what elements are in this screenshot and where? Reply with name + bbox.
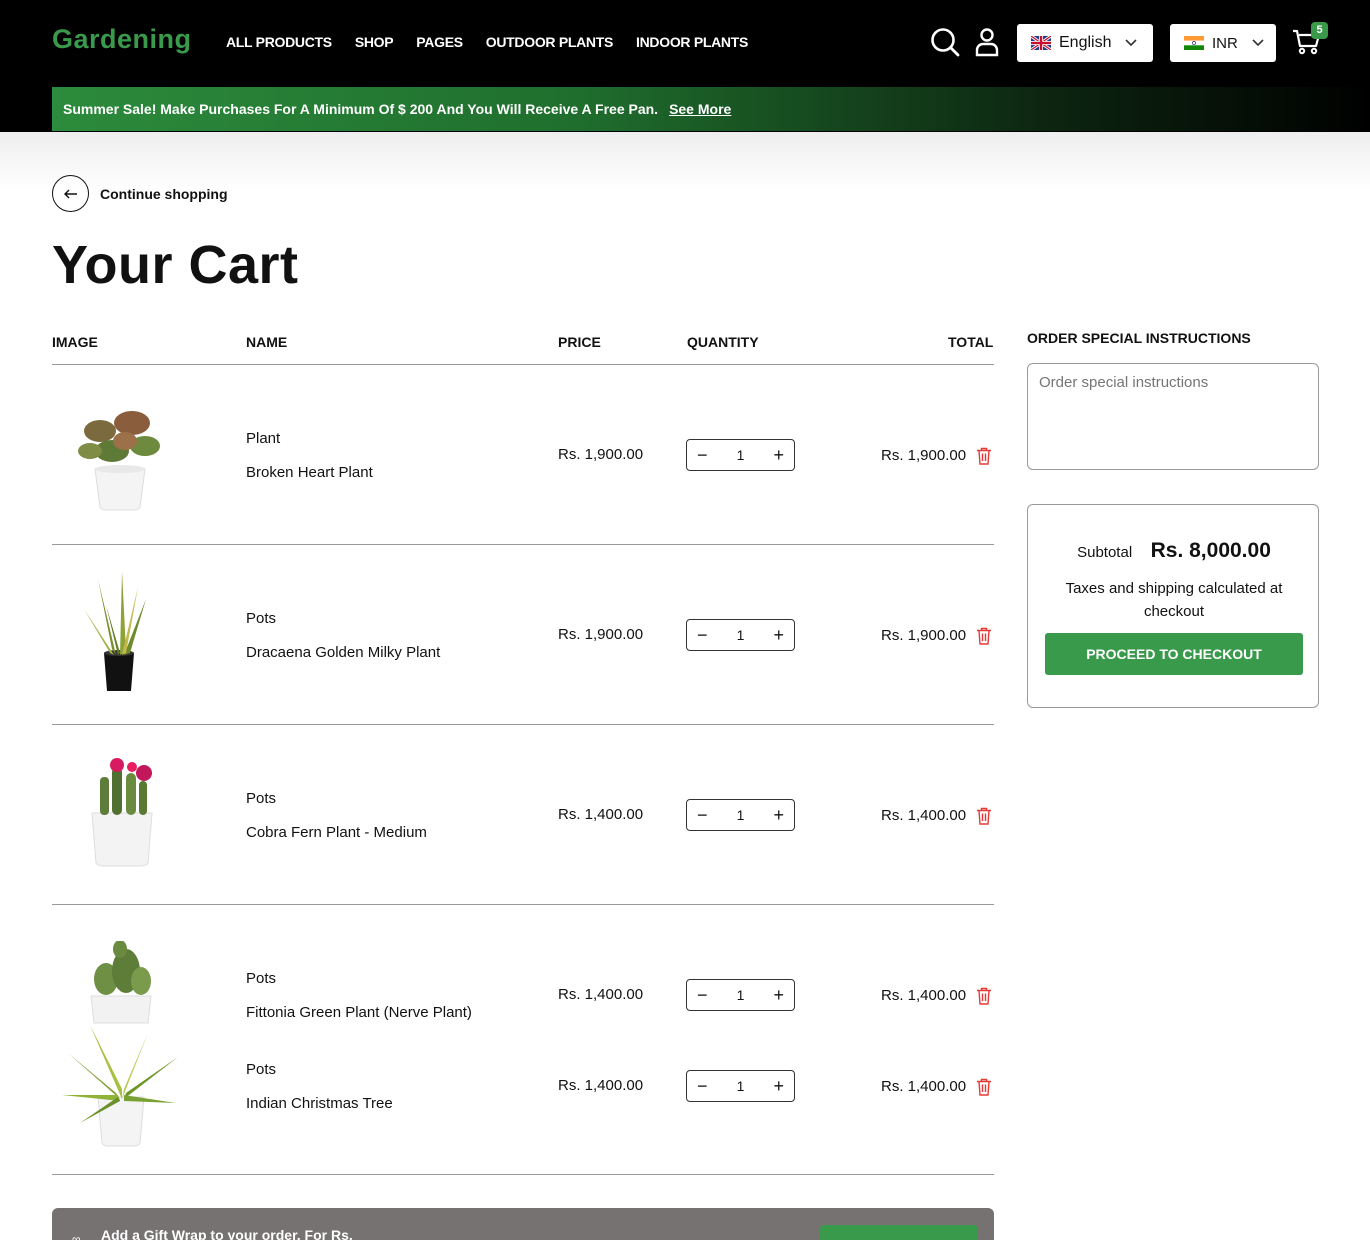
product-category: Pots	[246, 790, 277, 807]
minus-icon[interactable]: −	[697, 1077, 708, 1095]
nav-indoor-plants[interactable]: INDOOR PLANTS	[636, 34, 748, 50]
nav-shop[interactable]: SHOP	[355, 34, 394, 50]
order-summary: Subtotal Rs. 8,000.00 Taxes and shipping…	[1027, 504, 1319, 708]
product-image[interactable]	[60, 1023, 182, 1149]
cart-count-badge: 5	[1311, 22, 1328, 39]
quantity-value[interactable]: 1	[737, 1078, 745, 1094]
minus-icon[interactable]: −	[697, 446, 708, 464]
delete-icon[interactable]	[976, 807, 992, 825]
language-label: English	[1059, 34, 1112, 51]
gift-wrap-banner: ∞ Add a Gift Wrap to your order. For Rs.	[52, 1208, 994, 1240]
search-icon[interactable]	[929, 26, 961, 58]
product-category: Pots	[246, 1061, 277, 1078]
chevron-down-icon	[1252, 39, 1264, 47]
product-name[interactable]: Cobra Fern Plant - Medium	[246, 824, 427, 841]
column-header-image: IMAGE	[52, 334, 98, 350]
delete-icon[interactable]	[976, 627, 992, 645]
india-flag-icon	[1184, 36, 1204, 50]
nav-all-products[interactable]: ALL PRODUCTS	[226, 34, 332, 50]
line-total: Rs. 1,400.00	[881, 807, 967, 824]
site-logo[interactable]: Gardening	[52, 24, 192, 55]
line-total: Rs. 1,900.00	[881, 447, 967, 464]
user-icon[interactable]	[971, 26, 1003, 58]
minus-icon[interactable]: −	[697, 626, 708, 644]
promo-text: Summer Sale! Make Purchases For A Minimu…	[63, 101, 659, 117]
checkout-button[interactable]: PROCEED TO CHECKOUT	[1045, 633, 1303, 675]
product-name[interactable]: Indian Christmas Tree	[246, 1095, 393, 1112]
product-name[interactable]: Broken Heart Plant	[246, 464, 373, 481]
line-total: Rs. 1,900.00	[881, 627, 967, 644]
quantity-value[interactable]: 1	[737, 627, 745, 643]
product-price: Rs. 1,400.00	[558, 1077, 644, 1094]
chevron-down-icon	[1125, 39, 1138, 47]
subtotal-value: Rs. 8,000.00	[1150, 539, 1271, 562]
product-image[interactable]	[76, 569, 160, 695]
column-header-quantity: QUANTITY	[687, 334, 759, 350]
quantity-stepper: − 1 +	[686, 439, 795, 471]
product-price: Rs. 1,400.00	[558, 806, 644, 823]
quantity-stepper: − 1 +	[686, 619, 795, 651]
plus-icon[interactable]: +	[773, 806, 784, 824]
promo-see-more-link[interactable]: See More	[669, 101, 731, 117]
tax-note: Taxes and shipping calculated at checkou…	[1065, 580, 1283, 620]
divider	[52, 1174, 994, 1175]
column-header-name: NAME	[246, 334, 288, 350]
product-price: Rs. 1,400.00	[558, 986, 644, 1003]
delete-icon[interactable]	[976, 987, 992, 1005]
product-image[interactable]	[86, 941, 156, 1025]
top-header: Gardening ALL PRODUCTS SHOP PAGES OUTDOO…	[0, 0, 1370, 86]
line-total: Rs. 1,400.00	[881, 987, 967, 1004]
product-category: Pots	[246, 610, 277, 627]
quantity-stepper: − 1 +	[686, 1070, 795, 1102]
quantity-value[interactable]: 1	[737, 447, 745, 463]
cart-row: Pots Dracaena Golden Milky Plant Rs. 1,9…	[52, 545, 994, 724]
product-image[interactable]	[70, 401, 170, 511]
product-price: Rs. 1,900.00	[558, 446, 644, 463]
quantity-value[interactable]: 1	[737, 807, 745, 823]
main-nav: ALL PRODUCTS SHOP PAGES OUTDOOR PLANTS I…	[226, 34, 748, 50]
plus-icon[interactable]: +	[773, 626, 784, 644]
cart-row: Pots Fittonia Green Plant (Nerve Plant) …	[52, 905, 994, 1174]
currency-label: INR	[1212, 34, 1238, 52]
promo-bar: Summer Sale! Make Purchases For A Minimu…	[0, 86, 1370, 132]
plus-icon[interactable]: +	[773, 986, 784, 1004]
delete-icon[interactable]	[976, 1078, 992, 1096]
delete-icon[interactable]	[976, 447, 992, 465]
quantity-stepper: − 1 +	[686, 799, 795, 831]
subtotal-label: Subtotal	[1077, 544, 1133, 561]
quantity-value[interactable]: 1	[737, 987, 745, 1003]
product-category: Plant	[246, 430, 281, 447]
product-image[interactable]	[84, 757, 174, 869]
continue-shopping-label: Continue shopping	[100, 185, 228, 202]
product-name[interactable]: Dracaena Golden Milky Plant	[246, 644, 440, 661]
gift-wrap-text: Add a Gift Wrap to your order. For Rs.	[101, 1227, 353, 1240]
column-header-price: PRICE	[558, 334, 601, 350]
uk-flag-icon	[1031, 36, 1051, 50]
line-total: Rs. 1,400.00	[881, 1078, 967, 1095]
minus-icon[interactable]: −	[697, 806, 708, 824]
instructions-textarea[interactable]	[1027, 363, 1319, 470]
plus-icon[interactable]: +	[773, 1077, 784, 1095]
page-title: Your Cart	[52, 235, 299, 295]
product-price: Rs. 1,900.00	[558, 626, 644, 643]
subtotal-row: Subtotal Rs. 8,000.00	[1028, 539, 1320, 563]
minus-icon[interactable]: −	[697, 986, 708, 1004]
nav-outdoor-plants[interactable]: OUTDOOR PLANTS	[486, 34, 614, 50]
instructions-label: ORDER SPECIAL INSTRUCTIONS	[1027, 330, 1251, 346]
cart-row: Pots Cobra Fern Plant - Medium Rs. 1,400…	[52, 725, 994, 904]
gift-wrap-button[interactable]	[820, 1225, 978, 1240]
cart-row: Plant Broken Heart Plant Rs. 1,900.00 − …	[52, 365, 994, 544]
continue-shopping-link[interactable]: Continue shopping	[52, 175, 228, 212]
column-header-total: TOTAL	[948, 334, 994, 350]
plus-icon[interactable]: +	[773, 446, 784, 464]
nav-pages[interactable]: PAGES	[416, 34, 463, 50]
product-category: Pots	[246, 970, 277, 987]
arrow-left-icon	[52, 175, 89, 212]
product-name[interactable]: Fittonia Green Plant (Nerve Plant)	[246, 1004, 472, 1021]
language-select[interactable]: English	[1017, 24, 1153, 62]
quantity-stepper: − 1 +	[686, 979, 795, 1011]
currency-select[interactable]: INR	[1170, 24, 1276, 62]
gift-icon: ∞	[72, 1232, 81, 1240]
